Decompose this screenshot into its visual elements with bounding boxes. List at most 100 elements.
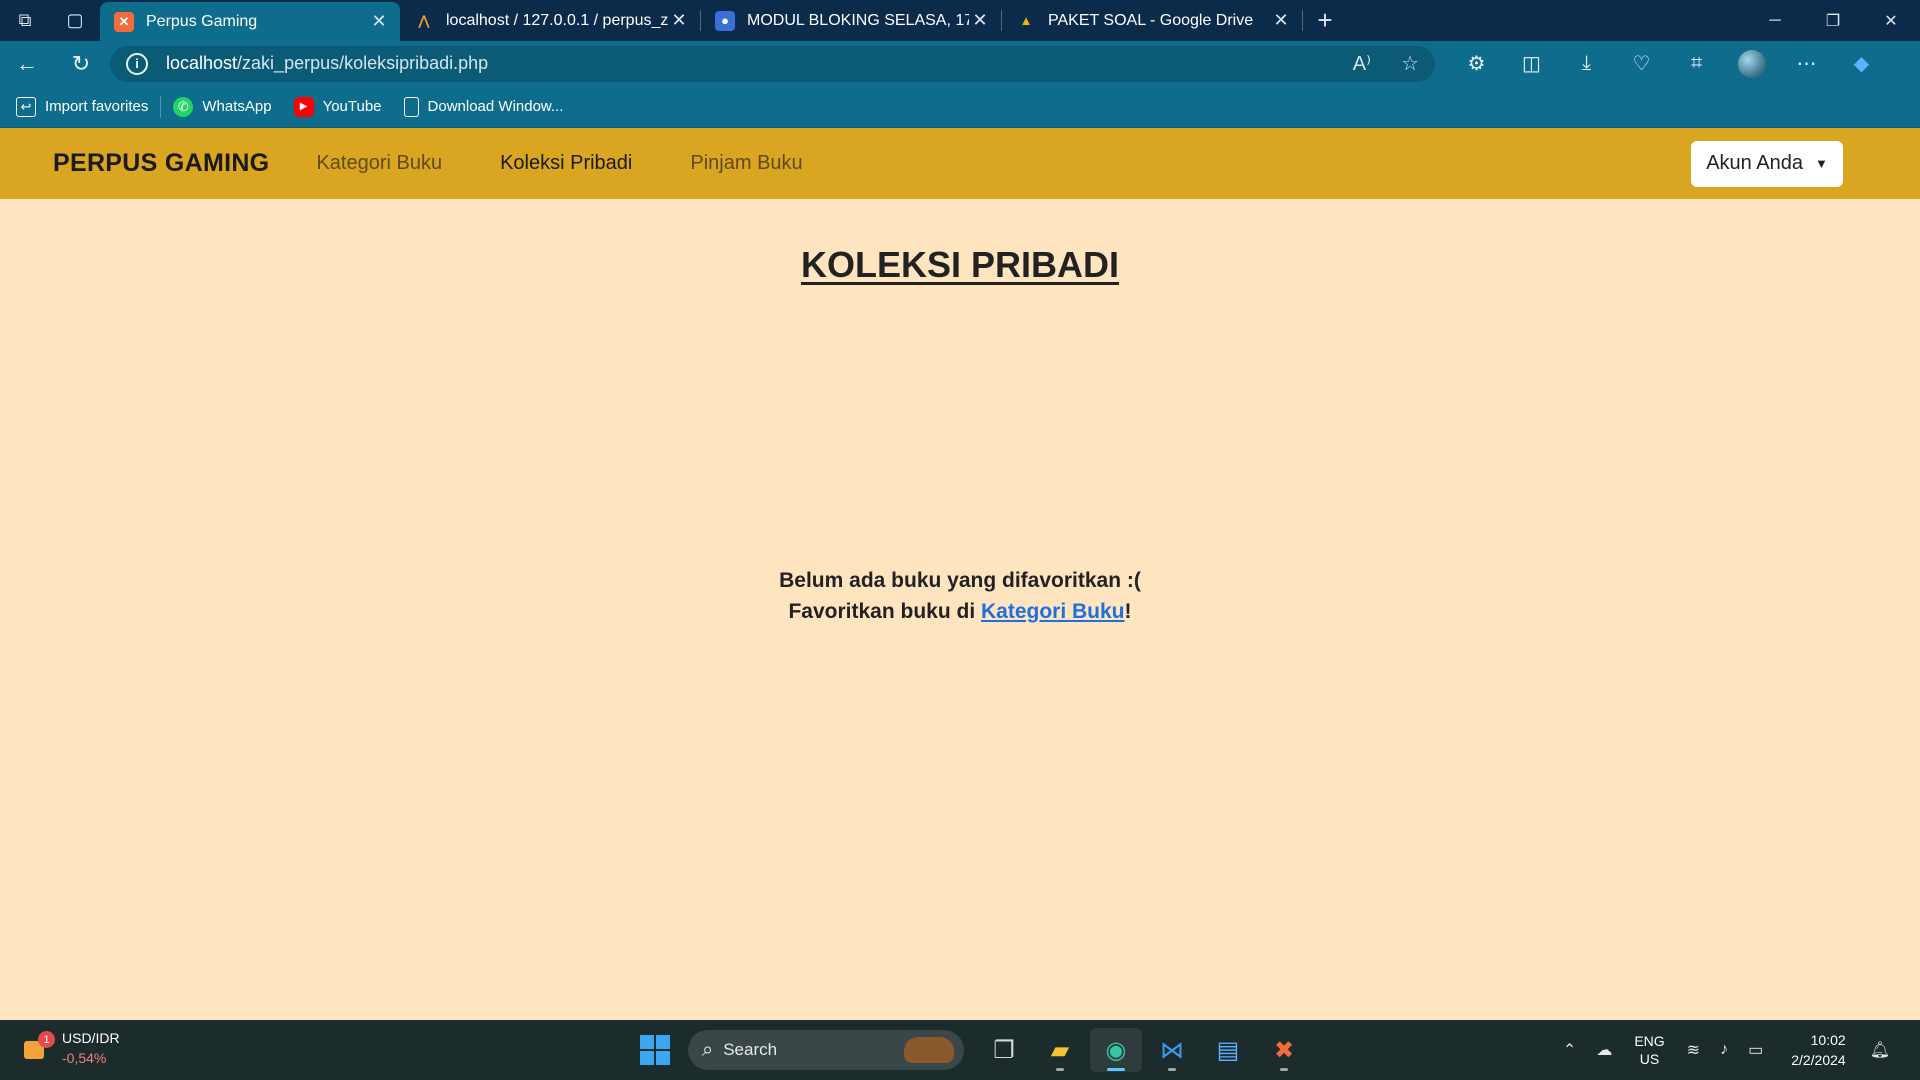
split-screen-icon[interactable]: ◫ <box>1504 50 1559 78</box>
screenshot-icon[interactable]: ⌗ <box>1669 50 1724 78</box>
site-navbar: PERPUS GAMING Kategori Buku Koleksi Prib… <box>0 128 1920 199</box>
lang-line1: ENG <box>1634 1033 1665 1049</box>
wifi-icon[interactable]: ≋ <box>1687 1040 1700 1060</box>
language-indicator[interactable]: ENG US <box>1634 1032 1664 1068</box>
notification-bell-icon[interactable]: 🔔︎ <box>1870 1040 1890 1060</box>
favorite-label: Import favorites <box>45 98 149 115</box>
browser-tab-strip: ⧉ ▢ ✕ Perpus Gaming ✕ ⋀ localhost / 127.… <box>0 0 1920 41</box>
close-tab-icon[interactable]: ✕ <box>969 10 991 31</box>
widgets-button[interactable]: 1 USD/IDR -0,54% <box>22 1028 120 1068</box>
kategori-buku-link[interactable]: Kategori Buku <box>981 600 1125 623</box>
xampp-icon: ✕ <box>114 11 134 32</box>
phpmyadmin-icon: ⋀ <box>418 12 430 28</box>
close-tab-icon[interactable]: ✕ <box>368 11 390 32</box>
window-controls: ─ ❐ ✕ <box>1746 0 1920 41</box>
widget-title: USD/IDR <box>62 1030 120 1046</box>
favorite-star-icon[interactable]: ☆ <box>1401 51 1419 76</box>
xampp-taskbar-icon[interactable]: ✖ <box>1258 1028 1310 1072</box>
tab-title: PAKET SOAL - Google Drive <box>1048 11 1254 29</box>
tab-google-drive[interactable]: ▲ PAKET SOAL - Google Drive ✕ <box>1002 0 1302 41</box>
favorite-download-windows[interactable]: Download Window... <box>403 96 564 117</box>
extensions-icon[interactable]: ⚙ <box>1449 50 1504 78</box>
volume-icon[interactable]: ♪ <box>1720 1041 1728 1059</box>
address-toolbar: ← ↻ i localhost/zaki_perpus/koleksipriba… <box>0 41 1920 86</box>
favorite-youtube[interactable]: ▶ YouTube <box>293 96 382 117</box>
chevron-up-icon[interactable]: ⌃ <box>1563 1040 1576 1060</box>
address-actions: A⁾ ☆ <box>1353 51 1419 76</box>
refresh-icon[interactable]: ↻ <box>54 51 108 77</box>
clock-date: 2/2/2024 <box>1791 1052 1846 1068</box>
minimize-icon[interactable]: ─ <box>1746 0 1804 41</box>
tab-actions-icon[interactable]: ▢ <box>50 0 100 41</box>
favorite-whatsapp[interactable]: ✆ WhatsApp <box>173 96 272 117</box>
whatsapp-icon: ✆ <box>173 96 194 117</box>
favorites-divider <box>160 95 162 118</box>
search-icon: ⌕ <box>702 1038 714 1061</box>
nav-link-koleksi-pribadi[interactable]: Koleksi Pribadi <box>500 152 632 175</box>
tab-perpus-gaming[interactable]: ✕ Perpus Gaming ✕ <box>100 2 400 41</box>
account-dropdown-button[interactable]: Akun Anda ▼ <box>1691 140 1843 187</box>
caret-down-icon: ▼ <box>1814 156 1828 171</box>
more-menu-icon[interactable]: ⋯ <box>1779 50 1834 78</box>
vscode-icon[interactable]: ⋈ <box>1146 1028 1198 1072</box>
favorite-label: WhatsApp <box>202 98 272 115</box>
import-icon: ↩ <box>16 96 36 117</box>
workspaces-icon[interactable]: ⧉ <box>0 0 50 41</box>
search-label: Search <box>723 1040 778 1059</box>
close-tab-icon[interactable]: ✕ <box>668 10 690 31</box>
google-drive-icon: ▲ <box>1019 13 1033 28</box>
classroom-icon: ● <box>715 10 735 31</box>
tab-modul-bloking[interactable]: ● MODUL BLOKING SELASA, 17 OK ✕ <box>701 0 1001 41</box>
copilot-icon[interactable]: ◆ <box>1834 50 1889 78</box>
favorite-import[interactable]: ↩ Import favorites <box>16 96 149 117</box>
page-icon <box>403 96 419 117</box>
notification-badge: 1 <box>38 1031 55 1048</box>
file-explorer-icon[interactable]: ▰ <box>1034 1028 1086 1072</box>
browser-tools: ⚙ ◫ ⤓ ♡ ⌗ ⋯ ◆ <box>1449 49 1889 78</box>
system-tray: ⌃ ☁ ENG US ≋ ♪ ▭ 10:02 2/2/2024 🔔︎ <box>1553 1028 1900 1072</box>
taskbar-apps: ⌕ Search ❐ ▰ ◉ ⋈ ▤ ✖ <box>634 1028 1312 1072</box>
read-aloud-icon[interactable]: A⁾ <box>1353 51 1371 76</box>
empty-collection-message: Belum ada buku yang difavoritkan :( Favo… <box>0 565 1920 627</box>
empty-message-prefix: Favoritkan buku di <box>788 600 981 623</box>
windows-start-icon[interactable] <box>634 1029 676 1071</box>
close-window-icon[interactable]: ✕ <box>1862 0 1920 41</box>
page-title: KOLEKSI PRIBADI <box>0 244 1920 286</box>
search-highlight-image <box>904 1037 954 1063</box>
tab-phpmyadmin[interactable]: ⋀ localhost / 127.0.0.1 / perpus_zak ✕ <box>400 0 700 41</box>
tab-title: localhost / 127.0.0.1 / perpus_zak <box>446 11 668 29</box>
battery-icon[interactable]: ▭ <box>1748 1040 1763 1060</box>
nav-link-pinjam-buku[interactable]: Pinjam Buku <box>690 152 802 175</box>
new-tab-button[interactable]: + <box>1303 0 1347 41</box>
favorite-label: Download Window... <box>427 98 564 115</box>
downloads-icon[interactable]: ⤓ <box>1559 50 1614 78</box>
edge-browser-icon[interactable]: ◉ <box>1090 1028 1142 1072</box>
empty-message-suffix: ! <box>1124 600 1132 623</box>
url-path: /zaki_perpus/koleksipribadi.php <box>237 53 489 73</box>
tab-title: Perpus Gaming <box>146 12 258 30</box>
taskbar-search[interactable]: ⌕ Search <box>688 1030 964 1070</box>
account-label: Akun Anda <box>1706 152 1803 174</box>
close-tab-icon[interactable]: ✕ <box>1270 10 1292 31</box>
nav-link-kategori-buku[interactable]: Kategori Buku <box>316 152 442 175</box>
browser-essentials-icon[interactable]: ♡ <box>1614 50 1669 78</box>
clock[interactable]: 10:02 2/2/2024 <box>1791 1030 1846 1070</box>
back-arrow-icon[interactable]: ← <box>0 51 54 77</box>
brand-logo[interactable]: PERPUS GAMING <box>53 149 269 178</box>
tab-title: MODUL BLOKING SELASA, 17 OK <box>747 11 969 29</box>
empty-message-line2: Favoritkan buku di Kategori Buku! <box>0 596 1920 627</box>
task-view-icon[interactable]: ❐ <box>978 1028 1030 1072</box>
favorites-bar: ↩ Import favorites ✆ WhatsApp ▶ YouTube … <box>0 86 1920 128</box>
onedrive-icon[interactable]: ☁ <box>1596 1040 1612 1060</box>
restore-icon[interactable]: ❐ <box>1804 0 1862 41</box>
notepad-icon[interactable]: ▤ <box>1202 1028 1254 1072</box>
profile-avatar[interactable] <box>1724 49 1779 78</box>
address-input[interactable]: i localhost/zaki_perpus/koleksipribadi.p… <box>110 45 1435 82</box>
site-info-icon[interactable]: i <box>126 52 148 75</box>
currency-widget-icon: 1 <box>22 1031 55 1063</box>
clock-time: 10:02 <box>1810 1032 1846 1048</box>
windows-taskbar: 1 USD/IDR -0,54% ⌕ Search ❐ ▰ ◉ ⋈ ▤ ✖ ⌃ … <box>0 1020 1920 1080</box>
page-title-text: KOLEKSI PRIBADI <box>800 244 1120 285</box>
widget-value: -0,54% <box>62 1050 107 1066</box>
empty-message-line1: Belum ada buku yang difavoritkan :( <box>779 569 1141 592</box>
